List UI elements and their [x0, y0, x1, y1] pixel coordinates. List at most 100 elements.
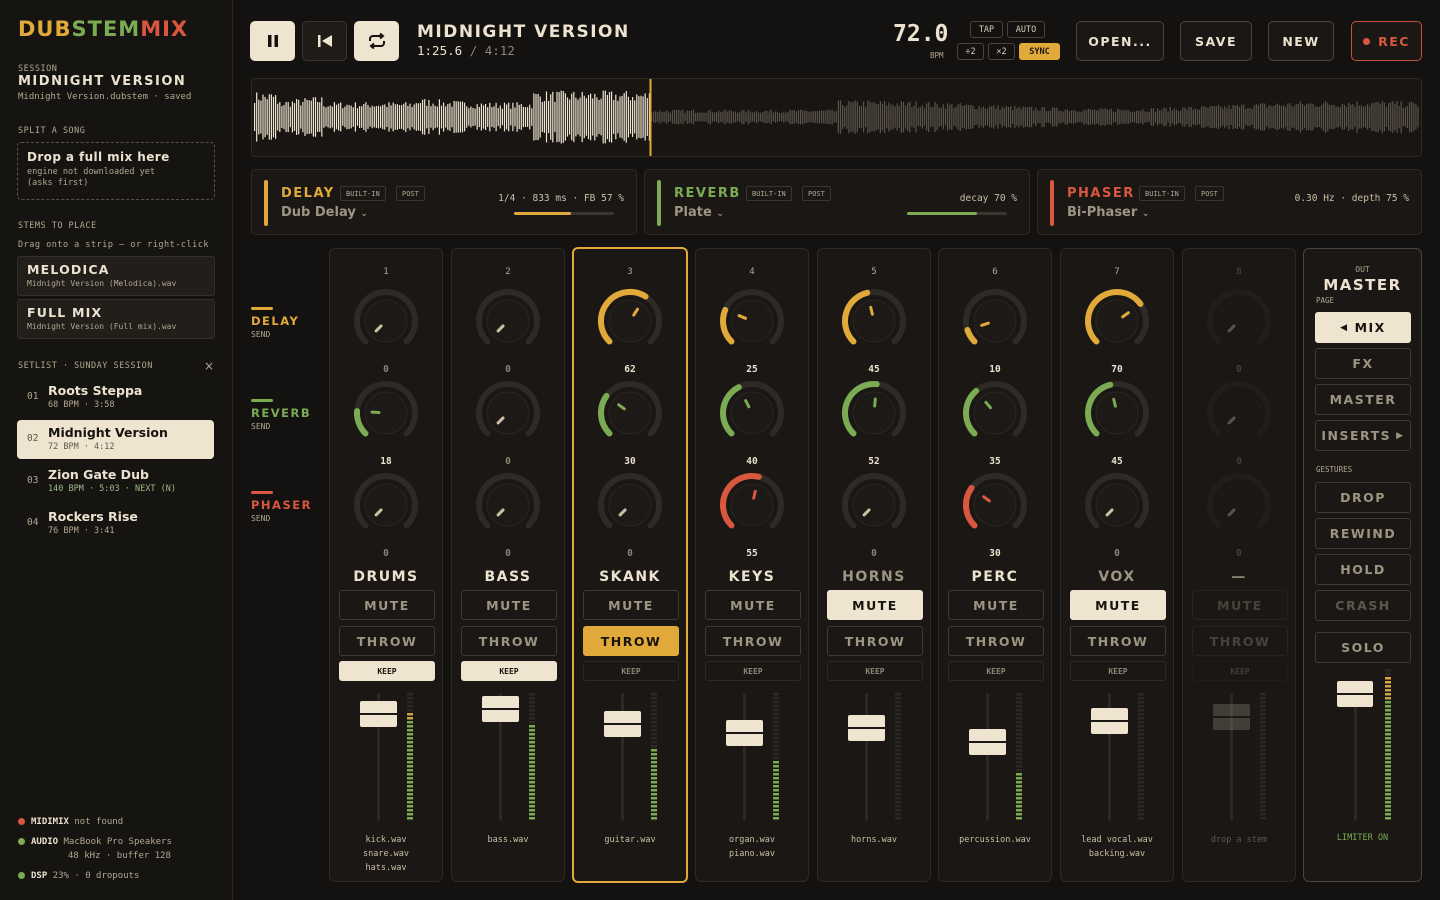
gesture-rewind-button[interactable]: REWIND	[1315, 518, 1411, 549]
keep-button[interactable]: KEEP	[339, 661, 435, 681]
setlist-close-button[interactable]: ×	[204, 359, 214, 373]
knob-delay-send[interactable]	[472, 285, 544, 357]
knob-phaser-send[interactable]	[594, 469, 666, 541]
channel-strip[interactable]: 8 0 0 0 — MUTE THROW KEEP drop a stem	[1182, 248, 1296, 882]
channel-strip[interactable]: 1 0 18 0 DRUMS MUTE THROW KEEP kick.wav snare.wav…	[329, 248, 443, 882]
keep-button[interactable]: KEEP	[1070, 661, 1166, 681]
knob-delay-send[interactable]	[594, 285, 666, 357]
stem-card-melodica[interactable]: MELODICA Midnight Version (Melodica).wav	[17, 256, 215, 296]
fx-preset-select[interactable]: Dub Delay ⌄	[281, 205, 368, 220]
playhead[interactable]	[649, 79, 652, 156]
volume-fader[interactable]	[604, 711, 641, 738]
throw-button[interactable]: THROW	[461, 626, 557, 656]
knob-reverb-send[interactable]	[472, 377, 544, 449]
pause-button[interactable]	[250, 21, 295, 61]
mute-button[interactable]: MUTE	[583, 590, 679, 620]
setlist-item[interactable]: 01 Roots Steppa 68 BPM · 3:58	[17, 378, 214, 417]
throw-button[interactable]: THROW	[705, 626, 801, 656]
page-fx-button[interactable]: FX	[1315, 348, 1411, 379]
fx-preset-select[interactable]: Plate ⌄	[674, 205, 724, 220]
sync-button[interactable]: SYNC	[1019, 43, 1060, 60]
knob-reverb-send[interactable]	[959, 377, 1031, 449]
fx-slot-reverb[interactable]: REVERB BUILT-IN POST Plate ⌄ decay 70 %	[644, 169, 1030, 235]
half-tempo-button[interactable]: ÷2	[957, 43, 984, 60]
volume-fader[interactable]	[360, 701, 397, 728]
mute-button[interactable]: MUTE	[1192, 590, 1288, 620]
volume-fader[interactable]	[1213, 703, 1250, 730]
page-master-button[interactable]: MASTER	[1315, 384, 1411, 415]
knob-reverb-send[interactable]	[1203, 377, 1275, 449]
mute-button[interactable]: MUTE	[339, 590, 435, 620]
channel-strip[interactable]: 4 25 40 55 KEYS MUTE THROW KEEP organ.wav piano.w…	[695, 248, 809, 882]
throw-button[interactable]: THROW	[339, 626, 435, 656]
knob-phaser-send[interactable]	[716, 469, 788, 541]
mute-button[interactable]: MUTE	[705, 590, 801, 620]
fx-slot-delay[interactable]: DELAY BUILT-IN POST Dub Delay ⌄ 1/4 · 83…	[251, 169, 637, 235]
knob-delay-send[interactable]	[1081, 285, 1153, 357]
volume-fader[interactable]	[969, 729, 1006, 756]
waveform-overview[interactable]	[251, 78, 1422, 157]
volume-fader[interactable]	[848, 715, 885, 742]
double-tempo-button[interactable]: ×2	[988, 43, 1015, 60]
knob-phaser-send[interactable]	[472, 469, 544, 541]
solo-button[interactable]: SOLO	[1315, 632, 1411, 663]
throw-button[interactable]: THROW	[1070, 626, 1166, 656]
knob-phaser-send[interactable]	[838, 469, 910, 541]
mute-button[interactable]: MUTE	[827, 590, 923, 620]
throw-button[interactable]: THROW	[827, 626, 923, 656]
setlist-item-active[interactable]: 02 Midnight Version 72 BPM · 4:12	[17, 420, 214, 459]
throw-button[interactable]: THROW	[948, 626, 1044, 656]
knob-reverb-send[interactable]	[838, 377, 910, 449]
knob-delay-send[interactable]	[838, 285, 910, 357]
keep-button[interactable]: KEEP	[948, 661, 1044, 681]
knob-reverb-send[interactable]	[350, 377, 422, 449]
page-inserts-button[interactable]: INSERTS ▶	[1315, 420, 1411, 451]
fx-level-bar[interactable]	[907, 212, 1007, 215]
gesture-crash-button[interactable]: CRASH	[1315, 590, 1411, 621]
setlist-item[interactable]: 03 Zion Gate Dub 140 BPM · 5:03 · NEXT (…	[17, 462, 214, 501]
save-button[interactable]: SAVE	[1180, 21, 1252, 61]
full-mix-dropzone[interactable]: Drop a full mix here engine not download…	[17, 142, 215, 200]
knob-phaser-send[interactable]	[959, 469, 1031, 541]
channel-strip[interactable]: 5 45 52 0 HORNS MUTE THROW KEEP horns.wav	[817, 248, 931, 882]
knob-phaser-send[interactable]	[350, 469, 422, 541]
page-mix-button[interactable]: ◀ MIX	[1315, 312, 1411, 343]
fx-slot-phaser[interactable]: PHASER BUILT-IN POST Bi-Phaser ⌄ 0.30 Hz…	[1037, 169, 1422, 235]
record-button[interactable]: REC	[1351, 21, 1422, 61]
gesture-hold-button[interactable]: HOLD	[1315, 554, 1411, 585]
knob-phaser-send[interactable]	[1081, 469, 1153, 541]
fx-preset-select[interactable]: Bi-Phaser ⌄	[1067, 205, 1149, 220]
keep-button[interactable]: KEEP	[461, 661, 557, 681]
channel-strip[interactable]: 7 70 45 0 VOX MUTE THROW KEEP lead vocal.wav back…	[1060, 248, 1174, 882]
volume-fader[interactable]	[1091, 707, 1128, 734]
keep-button[interactable]: KEEP	[827, 661, 923, 681]
keep-button[interactable]: KEEP	[705, 661, 801, 681]
loop-button[interactable]	[354, 21, 399, 61]
fx-level-bar[interactable]	[514, 212, 614, 215]
knob-delay-send[interactable]	[350, 285, 422, 357]
volume-fader[interactable]	[482, 696, 519, 723]
new-button[interactable]: NEW	[1268, 21, 1334, 61]
channel-strip[interactable]: 2 0 0 0 BASS MUTE THROW KEEP bass.wav	[451, 248, 565, 882]
setlist-item[interactable]: 04 Rockers Rise 76 BPM · 3:41	[17, 504, 214, 543]
knob-reverb-send[interactable]	[594, 377, 666, 449]
skip-back-button[interactable]	[302, 21, 347, 61]
throw-button[interactable]: THROW	[1192, 626, 1288, 656]
mute-button[interactable]: MUTE	[1070, 590, 1166, 620]
knob-reverb-send[interactable]	[716, 377, 788, 449]
channel-strip[interactable]: 6 10 35 30 PERC MUTE THROW KEEP percussion.wav	[938, 248, 1052, 882]
knob-delay-send[interactable]	[959, 285, 1031, 357]
knob-delay-send[interactable]	[1203, 285, 1275, 357]
master-fader[interactable]	[1337, 681, 1373, 708]
knob-delay-send[interactable]	[716, 285, 788, 357]
volume-fader[interactable]	[726, 720, 763, 747]
mute-button[interactable]: MUTE	[948, 590, 1044, 620]
knob-phaser-send[interactable]	[1203, 469, 1275, 541]
gesture-drop-button[interactable]: DROP	[1315, 482, 1411, 513]
open-button[interactable]: OPEN...	[1076, 21, 1164, 61]
keep-button[interactable]: KEEP	[583, 661, 679, 681]
knob-reverb-send[interactable]	[1081, 377, 1153, 449]
tap-button[interactable]: TAP	[970, 21, 1003, 38]
keep-button[interactable]: KEEP	[1192, 661, 1288, 681]
throw-button[interactable]: THROW	[583, 626, 679, 656]
